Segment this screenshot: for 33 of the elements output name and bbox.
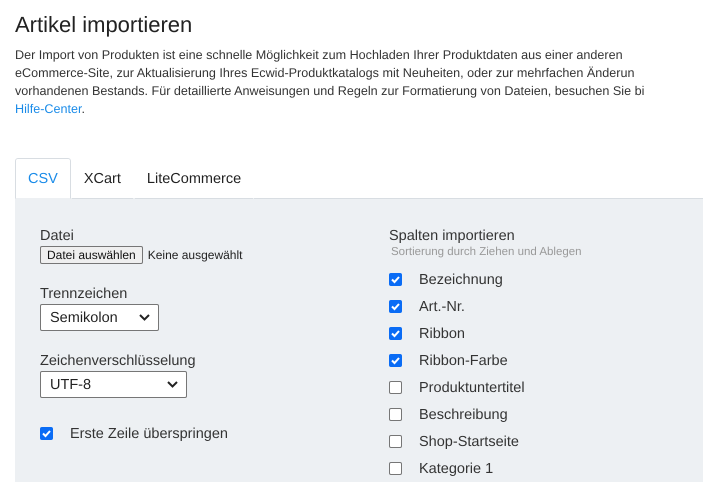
checkbox[interactable] [389, 381, 402, 394]
checkbox-label: Shop-Startseite [419, 434, 519, 450]
separator-select[interactable]: Semikolon [40, 304, 159, 331]
checkbox[interactable] [389, 273, 402, 286]
field-label: Trennzeichen [40, 285, 128, 304]
checkbox[interactable] [389, 300, 402, 313]
checkbox-label: Kategorie 1 [419, 460, 494, 476]
file-status: Keine ausgewählt [148, 248, 242, 262]
description-paragraph: Der Import von Produkten ist eine schnelle Möglichkeit zum Hochladen Ihrer Produktdaten aus einer anderen eCommerce-Site, zur Aktualisierung Ihres Ecwid-Produktkatalogs mit Neuheiten, oder zur mehrfachen Änderun vorhandenen Bestands. Für detaillierte Anweisungen und Regeln zur Formatierung von Dateien, besuchen Sie bi Hilfe-Center. [15, 47, 646, 118]
help-center-link[interactable]: Hilfe-Center [15, 102, 82, 116]
checkbox[interactable] [389, 435, 402, 448]
checkbox[interactable] [389, 408, 402, 421]
checkbox-label: Art.-Nr. [419, 298, 465, 314]
chevron-down-icon [167, 381, 178, 388]
checkbox-label: Ribbon [419, 326, 465, 342]
checkbox-label: Ribbon-Farbe [419, 352, 508, 368]
chevron-down-icon [139, 314, 150, 321]
checkbox[interactable] [40, 427, 53, 440]
page-title: Artikel importieren [14, 11, 194, 39]
checkbox-label: Bezeichnung [419, 272, 503, 288]
tab[interactable]: CSV [15, 158, 71, 199]
choose-file-button[interactable]: Datei auswählen [40, 246, 143, 264]
field-label: Zeichenverschlüsselung [40, 352, 196, 371]
hint-text: Sortierung durch Ziehen und Ablegen [391, 246, 582, 258]
checkbox-label: Produktuntertitel [419, 380, 525, 396]
checkbox[interactable] [389, 354, 402, 367]
field-label: Datei [40, 227, 74, 246]
checkbox-label: Erste Zeile überspringen [70, 426, 228, 442]
checkbox[interactable] [389, 462, 402, 475]
checkbox[interactable] [389, 327, 402, 340]
section-title: Spalten importieren [389, 227, 515, 246]
checkbox-label: Beschreibung [419, 406, 508, 422]
encoding-select[interactable]: UTF-8 [40, 371, 187, 398]
